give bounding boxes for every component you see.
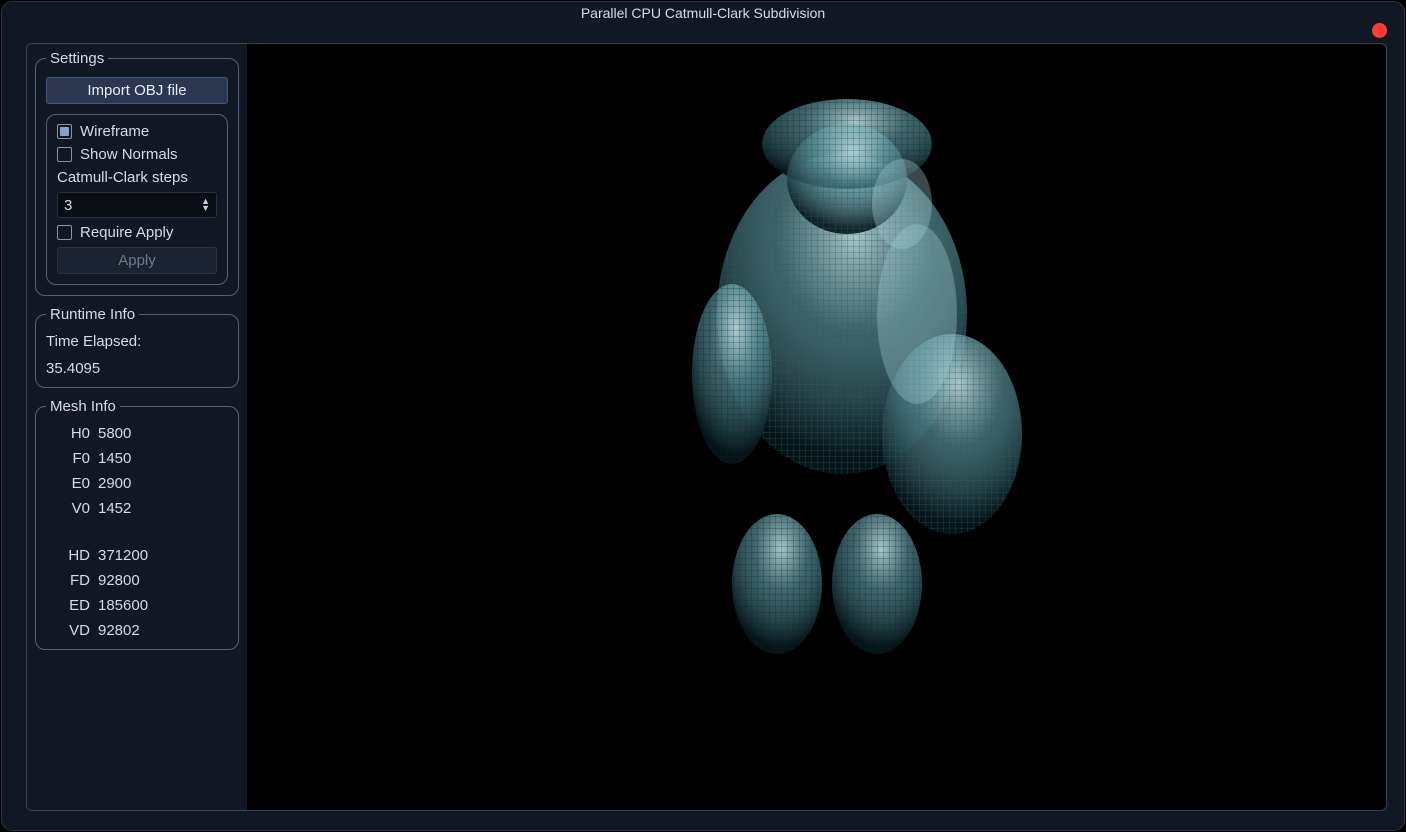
- require-apply-label: Require Apply: [80, 224, 173, 241]
- mesh-v: 1452: [98, 500, 228, 517]
- mesh-k: FD: [46, 572, 90, 589]
- mesh-k: ED: [46, 597, 90, 614]
- mesh-v: 2900: [98, 475, 228, 492]
- mesh-v: 371200: [98, 547, 228, 564]
- titlebar: Parallel CPU Catmull-Clark Subdivision: [1, 1, 1405, 25]
- app-window: Parallel CPU Catmull-Clark Subdivision S…: [0, 0, 1406, 832]
- window-title: Parallel CPU Catmull-Clark Subdivision: [581, 5, 825, 21]
- mesh-info-table: H0 5800 F0 1450 E0 2900 V0 1452 HD 37120…: [46, 425, 228, 639]
- show-normals-checkbox[interactable]: [57, 147, 72, 162]
- wireframe-label: Wireframe: [80, 123, 149, 140]
- wireframe-row: Wireframe: [57, 123, 217, 140]
- require-apply-row: Require Apply: [57, 224, 217, 241]
- require-apply-checkbox[interactable]: [57, 225, 72, 240]
- mesh-v: 1450: [98, 450, 228, 467]
- mesh-k: VD: [46, 622, 90, 639]
- sidebar: Settings Import OBJ file Wireframe Show …: [27, 44, 247, 810]
- wireframe-checkbox[interactable]: [57, 124, 72, 139]
- steps-label: Catmull-Clark steps: [57, 169, 217, 186]
- mesh-k: E0: [46, 475, 90, 492]
- client-area: Settings Import OBJ file Wireframe Show …: [26, 43, 1387, 811]
- 3d-viewport[interactable]: [247, 44, 1386, 810]
- mesh-v: 5800: [98, 425, 228, 442]
- mesh-k: H0: [46, 425, 90, 442]
- show-normals-row: Show Normals: [57, 146, 217, 163]
- steps-spinbox[interactable]: 3 ▲▼: [57, 192, 217, 218]
- import-obj-label: Import OBJ file: [87, 82, 186, 99]
- mesh-v: 92800: [98, 572, 228, 589]
- mesh-k: V0: [46, 500, 90, 517]
- time-elapsed-value: 35.4095: [46, 360, 228, 377]
- close-icon[interactable]: [1372, 23, 1387, 38]
- mesh-info-legend: Mesh Info: [46, 398, 120, 415]
- runtime-legend: Runtime Info: [46, 306, 139, 323]
- import-obj-button[interactable]: Import OBJ file: [46, 77, 228, 104]
- settings-legend: Settings: [46, 50, 108, 67]
- mesh-v: 185600: [98, 597, 228, 614]
- mesh-v: 92802: [98, 622, 228, 639]
- steps-value: 3: [64, 197, 72, 214]
- mesh-info-group: Mesh Info H0 5800 F0 1450 E0 2900 V0 145…: [35, 398, 239, 650]
- settings-group: Settings Import OBJ file Wireframe Show …: [35, 50, 239, 296]
- wireframe-model-icon: [667, 84, 1027, 664]
- show-normals-label: Show Normals: [80, 146, 178, 163]
- mesh-k: F0: [46, 450, 90, 467]
- apply-label: Apply: [118, 252, 156, 269]
- mesh-k: HD: [46, 547, 90, 564]
- time-elapsed-label: Time Elapsed:: [46, 333, 228, 350]
- apply-button: Apply: [57, 247, 217, 274]
- settings-subgroup: Wireframe Show Normals Catmull-Clark ste…: [46, 114, 228, 285]
- runtime-group: Runtime Info Time Elapsed: 35.4095: [35, 306, 239, 388]
- stepper-arrows-icon[interactable]: ▲▼: [201, 198, 210, 212]
